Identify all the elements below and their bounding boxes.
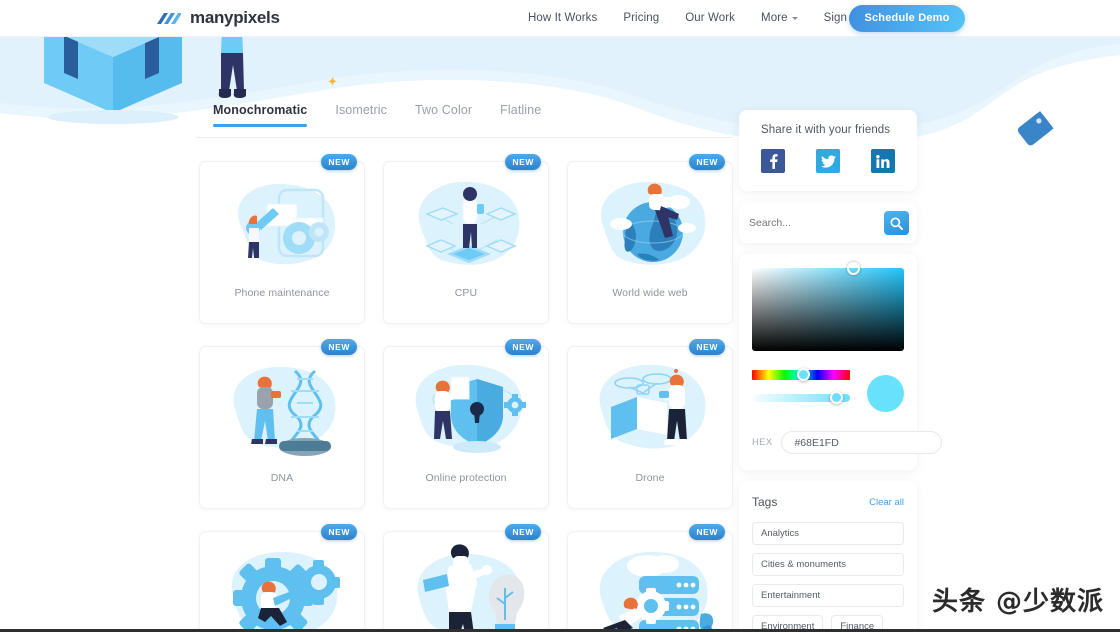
nav-links: How It Works Pricing Our Work More Sign …: [528, 12, 860, 24]
new-badge: NEW: [505, 154, 541, 170]
alpha-handle[interactable]: [830, 391, 843, 404]
color-picker-panel: HEX: [739, 254, 943, 470]
tags-title: Tags: [752, 495, 778, 509]
hex-input[interactable]: [781, 431, 943, 454]
share-facebook-button[interactable]: [761, 149, 785, 173]
sliders: [752, 368, 856, 404]
linkedin-icon: [876, 154, 890, 168]
search-submit-button[interactable]: [884, 211, 909, 235]
schedule-demo-button[interactable]: Schedule Demo: [849, 4, 965, 32]
card-label: Online protection: [425, 472, 507, 484]
illustration-card[interactable]: NEW: [199, 524, 365, 632]
tags-panel: Tags Clear all Analytics Cities & monume…: [739, 481, 917, 632]
tab-two-color[interactable]: Two Color: [415, 103, 472, 127]
nav-item-more[interactable]: More: [761, 12, 798, 24]
brand-name: manypixels: [190, 8, 280, 27]
price-tag-icon: [1018, 111, 1054, 146]
page-root: manypixels How It Works Pricing Our Work…: [0, 0, 1120, 632]
saturation-handle[interactable]: [847, 262, 860, 275]
facebook-icon: [769, 154, 778, 169]
server-illustration: [568, 532, 732, 632]
new-badge: NEW: [505, 339, 541, 355]
hue-handle[interactable]: [797, 368, 810, 381]
illustration-card[interactable]: NEW: [567, 524, 733, 632]
hex-label: HEX: [752, 437, 773, 448]
phone-maintenance-illustration: [200, 162, 364, 287]
tag-chip[interactable]: Entertainment: [752, 584, 904, 607]
cpu-illustration: [384, 162, 548, 287]
hue-slider[interactable]: [752, 368, 850, 381]
hue-alpha-row: [752, 368, 904, 412]
card-label: World wide web: [612, 287, 688, 299]
tag-chip[interactable]: Analytics: [752, 522, 904, 545]
new-badge: NEW: [505, 524, 541, 540]
world-wide-web-illustration: [568, 162, 732, 287]
illustration-card[interactable]: NEW: [199, 339, 365, 509]
share-title: Share it with your friends: [761, 124, 891, 136]
hex-row: HEX: [752, 431, 943, 454]
new-badge: NEW: [321, 524, 357, 540]
tab-isometric[interactable]: Isometric: [335, 103, 387, 127]
color-preview-swatch: [867, 375, 904, 412]
search-panel: [739, 203, 917, 243]
new-badge: NEW: [689, 339, 725, 355]
nav-item-how-it-works[interactable]: How It Works: [528, 12, 597, 24]
nav-item-pricing[interactable]: Pricing: [623, 12, 659, 24]
clear-all-button[interactable]: Clear all: [869, 497, 904, 508]
twitter-icon: [820, 154, 836, 168]
nav-item-more-label: More: [761, 12, 788, 24]
alpha-slider[interactable]: [752, 391, 850, 404]
illustration-card[interactable]: NEW: [383, 524, 549, 632]
gears-illustration: [200, 532, 364, 632]
online-protection-illustration: [384, 347, 548, 472]
watermark: 头条 @少数派: [931, 587, 1104, 617]
card-label: Phone maintenance: [234, 287, 330, 299]
tag-chip-list: Analytics Cities & monuments Entertainme…: [752, 522, 904, 632]
search-input[interactable]: [749, 217, 884, 229]
illustration-card[interactable]: NEW World wide web: [567, 154, 733, 324]
sparkle-icon: ✦: [327, 74, 338, 89]
illustration-card[interactable]: NEW: [383, 339, 549, 509]
dna-illustration: [200, 347, 364, 472]
card-label: DNA: [270, 472, 294, 484]
saturation-value-field[interactable]: [752, 262, 904, 351]
illustration-grid: NEW Phone maintenance NEW CPU NEW World …: [199, 154, 733, 632]
chevron-down-icon: [791, 16, 798, 20]
idea-lightbulb-illustration: [384, 532, 548, 632]
illustration-card[interactable]: NEW Phone maintenance: [199, 154, 365, 324]
tab-flatline[interactable]: Flatline: [500, 103, 541, 127]
new-badge: NEW: [689, 524, 725, 540]
drone-illustration: [568, 347, 732, 472]
search-icon: [890, 216, 903, 230]
right-sidebar: Share it with your friends Search... HEX…: [739, 110, 943, 632]
tab-monochromatic[interactable]: Monochromatic: [213, 103, 308, 127]
nav-item-our-work[interactable]: Our Work: [685, 12, 735, 24]
top-navbar: manypixels How It Works Pricing Our Work…: [0, 0, 1120, 37]
share-panel: Share it with your friends: [739, 110, 917, 191]
new-badge: NEW: [321, 339, 357, 355]
card-label: CPU: [454, 287, 478, 299]
category-tabs: Monochromatic Isometric Two Color Flatli…: [213, 103, 733, 138]
share-twitter-button[interactable]: [816, 149, 840, 173]
new-badge: NEW: [321, 154, 357, 170]
card-label: Drone: [635, 472, 665, 484]
new-badge: NEW: [689, 154, 725, 170]
slashes-logo-icon: [155, 12, 182, 25]
tag-chip[interactable]: Cities & monuments: [752, 553, 904, 576]
illustration-card[interactable]: NEW: [383, 154, 549, 324]
illustration-card[interactable]: NEW: [567, 339, 733, 509]
share-buttons: [761, 149, 895, 173]
brand-logo[interactable]: manypixels: [155, 8, 280, 28]
share-linkedin-button[interactable]: [871, 149, 895, 173]
tags-header: Tags Clear all: [752, 495, 904, 509]
